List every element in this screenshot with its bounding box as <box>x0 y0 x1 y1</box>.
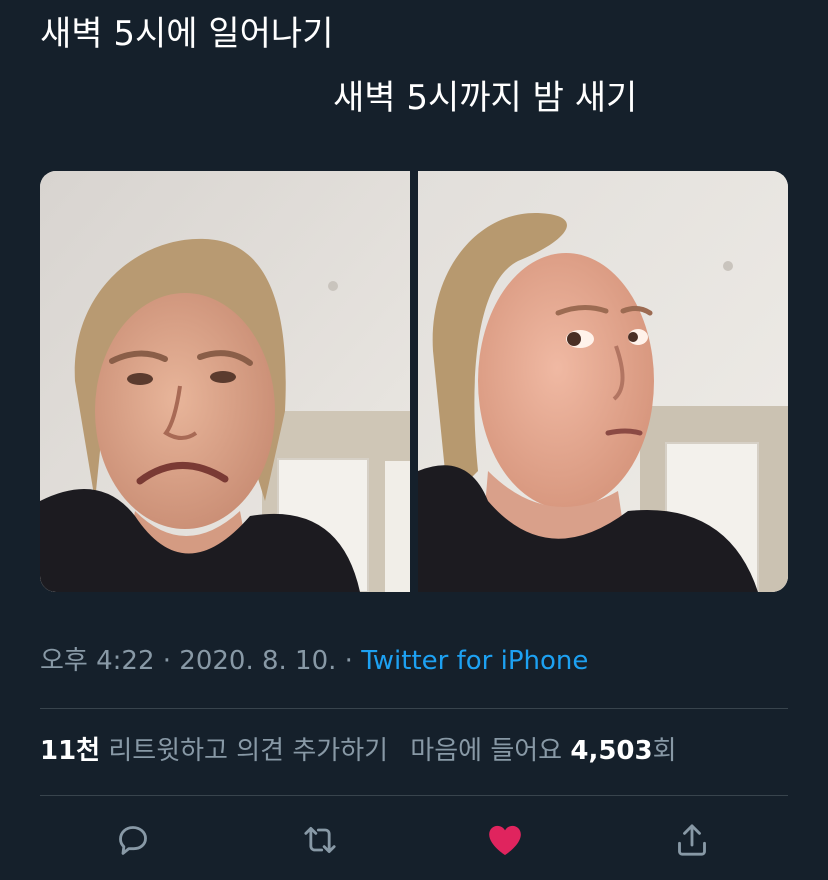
tweet-media <box>40 171 788 592</box>
reply-icon <box>113 820 153 864</box>
heart-icon <box>485 820 525 864</box>
tweet-text-line-2: 새벽 5시까지 밤 새기 <box>333 78 638 118</box>
tweet-meta: 오후 4:22 · 2020. 8. 10. · Twitter for iPh… <box>40 641 588 681</box>
retweets-label[interactable]: 리트윗 <box>108 736 180 766</box>
tweet-source-link[interactable]: Twitter for iPhone <box>361 646 588 676</box>
retweet-button[interactable] <box>290 812 350 872</box>
quote-tweets-label[interactable]: 하고 의견 추가하기 <box>180 736 388 766</box>
divider <box>40 795 788 796</box>
tweet-actions <box>40 812 788 872</box>
like-button[interactable] <box>475 812 535 872</box>
share-icon <box>672 820 712 864</box>
tweet-text-line-1: 새벽 5시에 일어나기 <box>40 14 334 54</box>
reply-button[interactable] <box>103 812 163 872</box>
share-button[interactable] <box>662 812 722 872</box>
retweets-count[interactable]: 11천 <box>40 736 100 766</box>
tweet-timestamp: 오후 4:22 · 2020. 8. 10. · <box>40 646 362 676</box>
likes-label[interactable]: 마음에 들어요 <box>410 736 562 766</box>
likes-count[interactable]: 4,503 <box>570 736 652 766</box>
tweet: 새벽 5시에 일어나기 새벽 5시까지 밤 새기 오후 4:22 · 2020.… <box>0 0 828 880</box>
retweet-icon <box>300 820 340 864</box>
likes-suffix: 회 <box>652 736 677 766</box>
divider <box>40 708 788 709</box>
tweet-stats: 11천 리트윗하고 의견 추가하기 마음에 들어요 4,503회 <box>40 731 677 771</box>
meme-photo-left[interactable] <box>40 171 410 592</box>
meme-photo-right[interactable] <box>418 171 788 592</box>
